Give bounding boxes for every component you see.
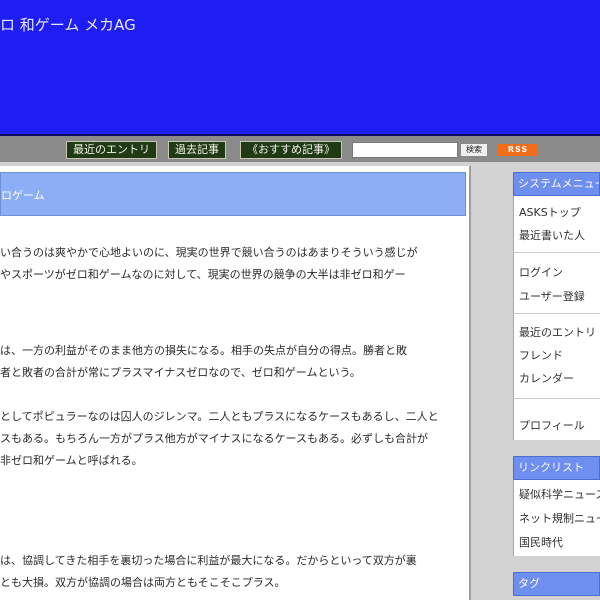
sidebar-divider [513,398,600,399]
link-list-item[interactable]: 国民時代 [519,536,563,550]
sidebar-link-recent-writers[interactable]: 最近書いた人 [519,229,585,243]
sidebar-link-asks-top[interactable]: ASKSトップ [519,206,581,220]
sidebar-divider [513,252,600,253]
site-banner: ロ 和ゲーム メカAG [0,0,600,136]
site-title[interactable]: ロ 和ゲーム メカAG [0,14,136,35]
sidebar-link-register[interactable]: ユーザー登録 [519,290,585,304]
link-list-item[interactable]: ネット規制ニュース [519,512,600,526]
entry-paragraph: い合うのは爽やかで心地よいのに、現実の世界で競い合うのはあまりそういう感じが や… [0,246,418,281]
entry-title-bar: ロゲーム [0,172,466,216]
link-list-header: リンクリスト [513,456,600,480]
search-input[interactable] [352,142,458,158]
sidebar-link-login[interactable]: ログイン [519,266,563,280]
nav-recommended[interactable]: 《おすすめ記事》 [240,141,342,159]
search-button[interactable]: 検索 [460,143,488,157]
link-list-item[interactable]: 疑似科学ニュース [519,488,600,502]
nav-archive[interactable]: 過去記事 [168,141,226,159]
system-menu-header: システムメニュー [513,172,600,196]
sidebar-divider [513,313,600,314]
entry-paragraph: としてポピュラーなのは囚人のジレンマ。二人ともプラスになるケースもあるし、二人と… [0,410,439,467]
sidebar-link-calendar[interactable]: カレンダー [519,372,574,386]
sidebar-link-recent-entries[interactable]: 最近のエントリ [519,326,596,340]
rss-icon[interactable]: RSS [498,144,538,156]
sidebar-link-friends[interactable]: フレンド [519,349,563,363]
sidebar-link-profile[interactable]: プロフィール [519,419,585,433]
entry-title[interactable]: ロゲーム [1,187,45,203]
main-content: ロゲーム い合うのは爽やかで心地よいのに、現実の世界で競い合うのはあまりそういう… [0,166,471,600]
tags-header: タグ [513,572,600,596]
nav-recent-entries[interactable]: 最近のエントリ [66,141,157,159]
entry-paragraph: は、一方の利益がそのまま他方の損失になる。相手の失点が自分の得点。勝者と敗 者と… [0,344,407,379]
entry-paragraph: は、協調してきた相手を裏切った場合に利益が最大になる。だからといって双方が裏 と… [0,554,417,589]
